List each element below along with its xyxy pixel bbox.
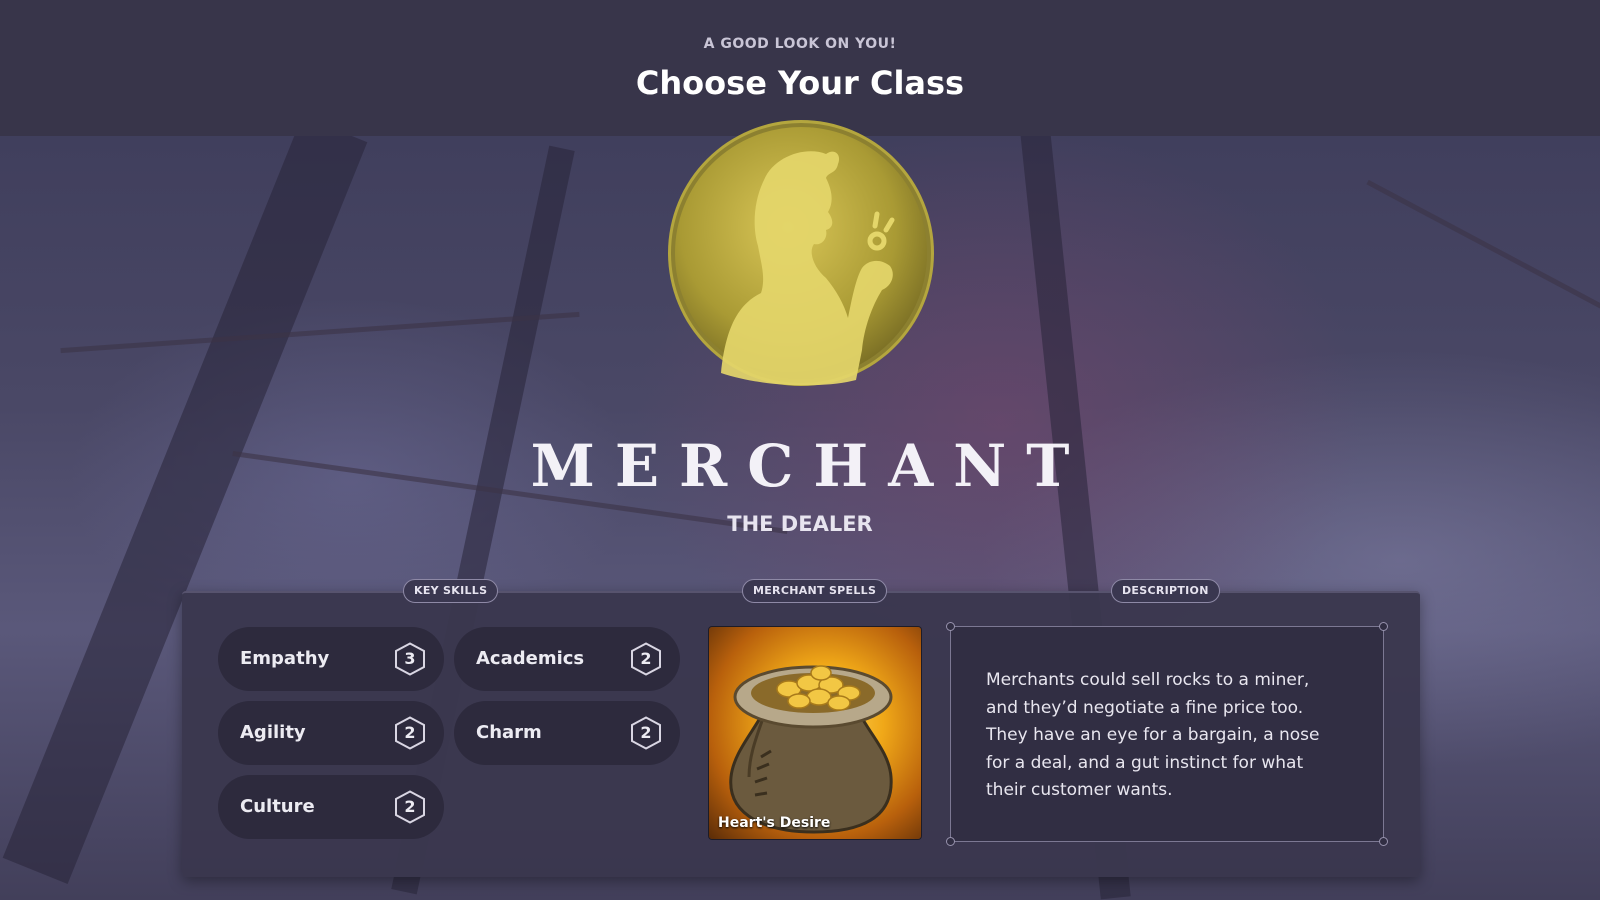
skill-value-hexagon-icon: 2 — [630, 716, 662, 750]
skill-label: Culture — [240, 796, 315, 817]
skill-label: Charm — [476, 722, 542, 743]
skill-culture: Culture 2 — [218, 775, 444, 839]
skill-value: 3 — [404, 649, 416, 668]
coin-bag-icon — [729, 665, 893, 834]
skill-label: Agility — [240, 722, 306, 743]
background-rigging — [60, 311, 580, 354]
skill-label: Academics — [476, 648, 585, 669]
background-rigging — [1366, 179, 1600, 326]
header-eyebrow: A GOOD LOOK ON YOU! — [703, 36, 897, 52]
skill-value: 2 — [404, 723, 416, 742]
skill-academics: Academics 2 — [454, 627, 680, 691]
spell-card-hearts-desire[interactable]: Heart's Desire — [709, 627, 921, 839]
skill-value: 2 — [640, 649, 652, 668]
skill-label: Empathy — [240, 648, 330, 669]
skill-value-hexagon-icon: 2 — [394, 790, 426, 824]
merchant-spells-tag: MERCHANT SPELLS — [742, 579, 888, 603]
description-text: Merchants could sell rocks to a miner, a… — [986, 670, 1320, 800]
skill-value-hexagon-icon: 2 — [394, 716, 426, 750]
frame-corner — [946, 622, 955, 631]
frame-corner — [1379, 837, 1388, 846]
class-name: MERCHANT — [530, 432, 1090, 500]
skill-agility: Agility 2 — [218, 701, 444, 765]
skill-value-hexagon-icon: 2 — [630, 642, 662, 676]
class-subtitle: THE DEALER — [727, 512, 873, 536]
skill-value-hexagon-icon: 3 — [394, 642, 426, 676]
merchant-portrait-icon — [666, 118, 936, 388]
skill-value: 2 — [640, 723, 652, 742]
page-title: Choose Your Class — [635, 64, 965, 102]
skill-empathy: Empathy 3 — [218, 627, 444, 691]
key-skills-tag: KEY SKILLS — [403, 579, 499, 603]
description-box: Merchants could sell rocks to a miner, a… — [950, 626, 1384, 842]
skill-charm: Charm 2 — [454, 701, 680, 765]
skill-value: 2 — [404, 797, 416, 816]
description-tag: DESCRIPTION — [1111, 579, 1220, 603]
frame-corner — [946, 837, 955, 846]
frame-corner — [1379, 622, 1388, 631]
spell-name: Heart's Desire — [718, 815, 831, 831]
